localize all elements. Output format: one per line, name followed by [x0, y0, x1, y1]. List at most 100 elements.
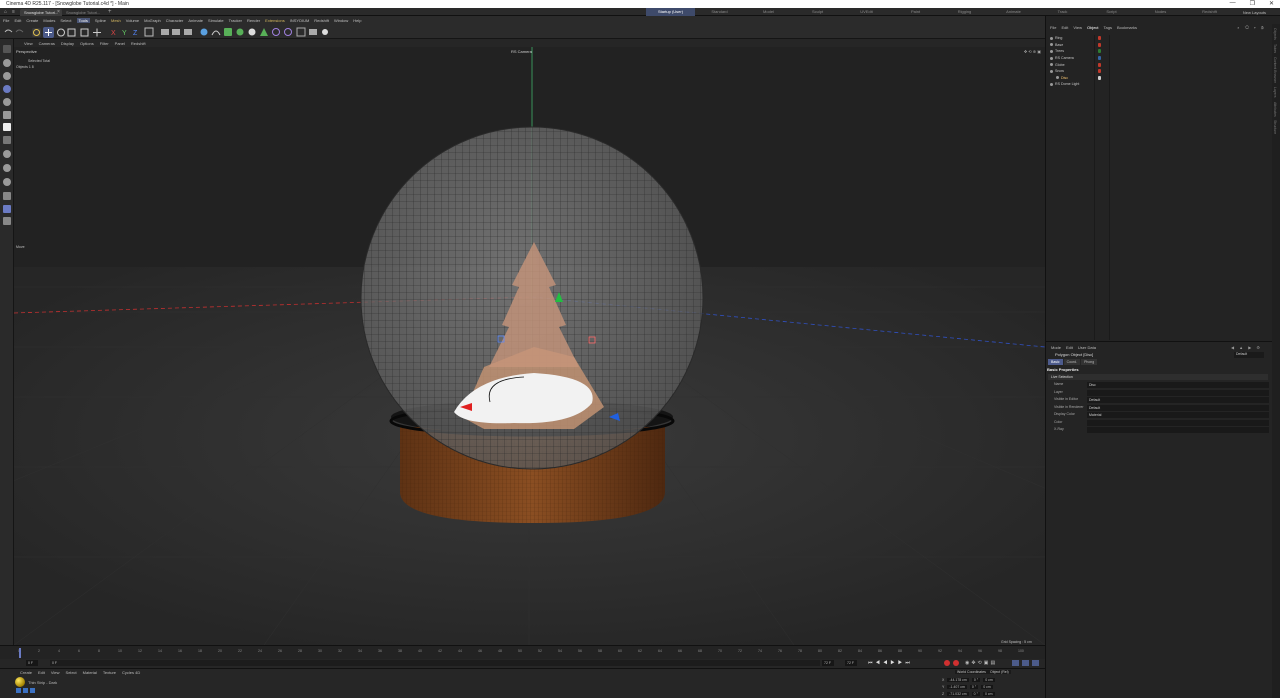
material-menu-view[interactable]: View	[51, 670, 60, 675]
texture-mode-icon[interactable]	[3, 72, 11, 80]
deformer-icon[interactable]	[248, 28, 256, 36]
menu-volume[interactable]: Volume	[126, 18, 139, 23]
om-menu-view[interactable]: View	[1073, 25, 1082, 30]
menu-extensions[interactable]: Extensions	[265, 18, 285, 23]
coord-x-rotation[interactable]: 0 °	[971, 678, 981, 682]
attr-menu-mode[interactable]: Mode	[1051, 345, 1061, 350]
timeline-settings-icon[interactable]	[1032, 660, 1039, 666]
material-tag-icon[interactable]	[1098, 56, 1101, 61]
key-options-icons[interactable]: ◉✥⟲▣▤	[965, 660, 997, 666]
viewport-menu-display[interactable]: Display	[61, 41, 74, 46]
scene-icon[interactable]	[272, 28, 280, 36]
material-tag-icon[interactable]	[1098, 62, 1101, 67]
enable-snap-icon[interactable]	[3, 164, 11, 172]
attr-menu-edit[interactable]: Edit	[1066, 345, 1073, 350]
menu-spline[interactable]: Spline	[95, 18, 106, 23]
attr-value-field[interactable]: Material	[1087, 412, 1269, 418]
edges-mode-icon[interactable]	[3, 98, 11, 106]
om-menu-bookmarks[interactable]: Bookmarks	[1117, 25, 1137, 30]
attr-tab-phong[interactable]: Phong	[1081, 359, 1098, 365]
redo-icon[interactable]	[15, 29, 24, 33]
side-tab-objects[interactable]: Objects	[1273, 28, 1277, 40]
end-frame-field[interactable]: 72 F	[822, 660, 834, 666]
om-menu-object[interactable]: Object	[1087, 25, 1099, 30]
document-menu-icon[interactable]: ≡	[12, 9, 15, 15]
material-menu-cycles-4d[interactable]: Cycles 4D	[122, 670, 140, 675]
grid-icon[interactable]	[296, 27, 306, 37]
om-menu-tags[interactable]: Tags	[1104, 25, 1112, 30]
viewport-solo-icon[interactable]	[3, 217, 11, 225]
lock-workplane-icon[interactable]	[3, 192, 11, 200]
material-tag-icon[interactable]	[1098, 49, 1101, 54]
material-menu-select[interactable]: Select	[66, 670, 77, 675]
object-row[interactable]: Disc	[1046, 75, 1271, 82]
coord-world-select[interactable]: World Coordinates	[955, 670, 988, 674]
om-menu-edit[interactable]: Edit	[1061, 25, 1068, 30]
object-row[interactable]: Snow	[1046, 68, 1271, 75]
render-view-icon[interactable]	[161, 29, 169, 35]
menu-character[interactable]: Character	[166, 18, 184, 23]
z-axis-lock-icon[interactable]: Z	[133, 30, 138, 37]
layout-tab-script[interactable]: Script	[1087, 8, 1136, 16]
solo-mode-icon[interactable]	[3, 150, 11, 158]
cube-object-icon[interactable]	[200, 28, 208, 36]
layout-tab-uvedit[interactable]: UVEdit	[842, 8, 891, 16]
new-tab-icon[interactable]: +	[108, 9, 112, 15]
viewport-menu-cameras[interactable]: Cameras	[39, 41, 55, 46]
cloner-icon[interactable]	[236, 28, 244, 36]
menu-create[interactable]: Create	[26, 18, 38, 23]
coord-z-rotation[interactable]: 0 °	[971, 692, 980, 696]
planar-workplane-icon[interactable]	[3, 205, 11, 213]
material-view-icon[interactable]	[23, 688, 28, 693]
rotate-tool-icon[interactable]	[57, 28, 65, 37]
transport-buttons[interactable]: ⏮◀◀▶▶⏭	[868, 660, 913, 666]
material-thumbnail[interactable]	[15, 677, 25, 687]
layout-tab-nodes[interactable]: Nodes	[1136, 8, 1185, 16]
undo-icon[interactable]	[4, 29, 13, 33]
playback-mode-icon[interactable]	[1012, 660, 1019, 666]
material-menu-material[interactable]: Material	[83, 670, 97, 675]
viewport-menu-view[interactable]: View	[24, 41, 33, 46]
home-icon[interactable]: ⌂	[4, 9, 7, 15]
environment-icon[interactable]	[284, 28, 292, 36]
attribute-nav-icons[interactable]: ◀ ▲ ▶ ⚙	[1231, 345, 1262, 350]
material-filter-icon[interactable]	[16, 688, 21, 693]
material-list-icon[interactable]	[30, 688, 35, 693]
light-icon[interactable]	[322, 29, 328, 35]
workplane-icon[interactable]	[3, 178, 11, 186]
menu-edit[interactable]: Edit	[14, 18, 21, 23]
start-frame-field[interactable]: 0 F	[26, 660, 38, 666]
make-editable-icon[interactable]	[3, 45, 11, 53]
close-tab-icon[interactable]: ×	[57, 9, 60, 15]
side-tab-attributes[interactable]: Attributes	[1273, 102, 1277, 117]
viewport-perspective[interactable]: Perspective RS Camera Selected Total Obj…	[14, 47, 1045, 645]
field-icon[interactable]	[260, 28, 268, 36]
maximize-button[interactable]: ❐	[1250, 0, 1255, 7]
menu-render[interactable]: Render	[247, 18, 260, 23]
new-layouts-button[interactable]: New Layouts	[1243, 10, 1266, 15]
object-row[interactable]: Base	[1046, 42, 1271, 49]
camera-icon[interactable]	[309, 29, 317, 35]
spline-pen-icon[interactable]	[211, 30, 221, 36]
document-tab-active[interactable]: Snowglobe Tutori...	[20, 9, 63, 16]
polygons-mode-icon[interactable]	[3, 111, 11, 119]
attr-value-field[interactable]: Disc	[1087, 382, 1269, 388]
minimize-button[interactable]: —	[1230, 0, 1236, 7]
model-mode-icon[interactable]	[3, 59, 11, 67]
attr-value-field[interactable]	[1087, 389, 1269, 396]
side-tab-content-browser[interactable]: Content Browser	[1273, 57, 1277, 83]
layout-tab-sculpt[interactable]: Sculpt	[793, 8, 842, 16]
coord-x-scale[interactable]: 0 cm	[983, 678, 995, 682]
attribute-group-header[interactable]: Live Selection	[1048, 374, 1268, 380]
menu-window[interactable]: Window	[334, 18, 348, 23]
render-picture-viewer-icon[interactable]	[172, 29, 180, 35]
viewport-menu-options[interactable]: Options	[80, 41, 94, 46]
end-frame-field-2[interactable]: 72 F	[845, 660, 857, 666]
attr-tab-basic[interactable]: Basic	[1048, 359, 1063, 365]
coord-y-position[interactable]: -1.407 cm	[947, 685, 967, 689]
menu-redshift[interactable]: Redshift	[314, 18, 329, 23]
menu-tools[interactable]: Tools	[76, 18, 90, 23]
attr-menu-user-data[interactable]: User Data	[1078, 345, 1096, 350]
material-tag-icon[interactable]	[1098, 75, 1101, 80]
transform-tool-icon[interactable]	[80, 28, 89, 37]
